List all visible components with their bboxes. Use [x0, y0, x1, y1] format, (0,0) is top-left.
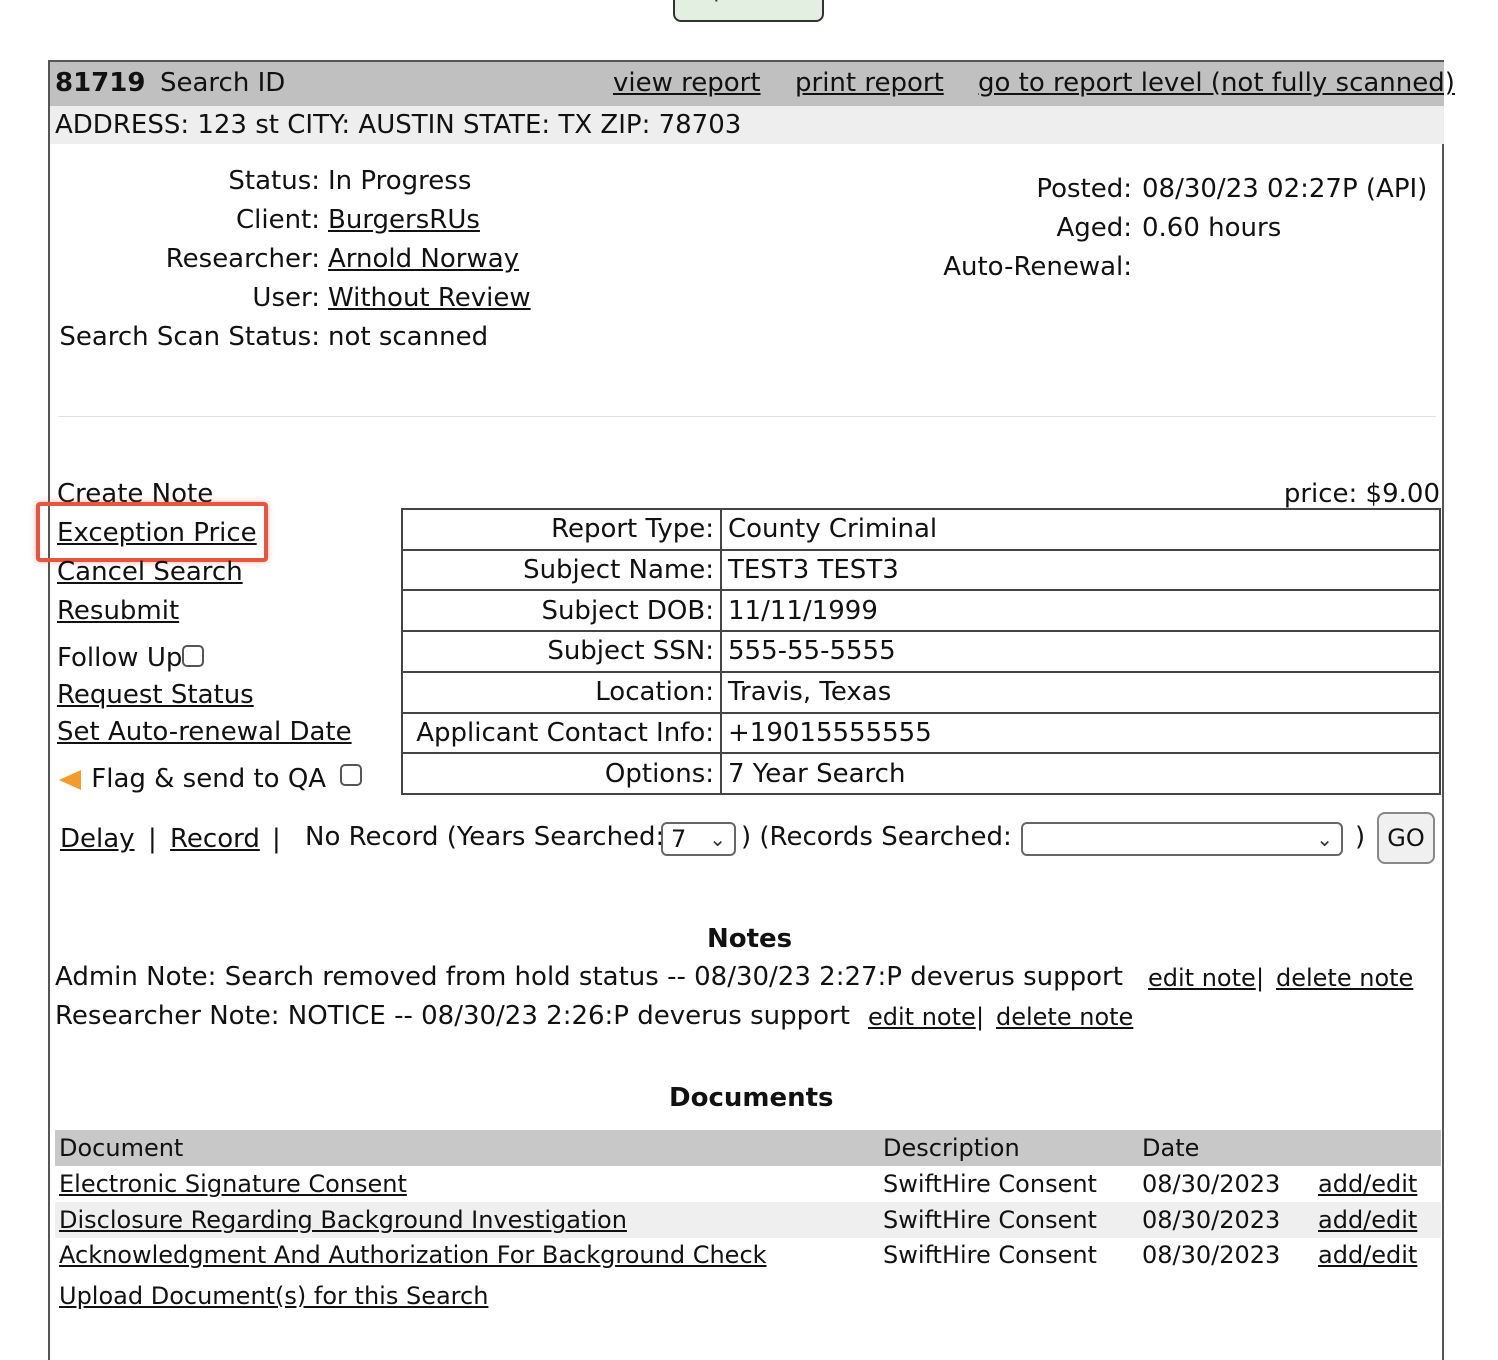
report-level-link[interactable]: go to report level (not fully scanned) — [978, 68, 1455, 98]
chevron-down-icon: ⌄ — [1316, 827, 1333, 851]
column-header-document: Document — [59, 1134, 184, 1162]
document-link[interactable]: Electronic Signature Consent — [59, 1170, 407, 1198]
user-link[interactable]: Without Review — [328, 283, 531, 313]
edit-note-link[interactable]: edit note — [1148, 964, 1256, 992]
print-report-link[interactable]: print report — [795, 68, 944, 98]
client-link[interactable]: BurgersRUs — [328, 205, 480, 235]
document-date: 08/30/2023 — [1142, 1241, 1281, 1269]
detail-key: Subject DOB: — [401, 589, 722, 633]
notes-title: Notes — [707, 924, 793, 954]
delay-link[interactable]: Delay — [60, 824, 135, 854]
upload-documents-link[interactable]: Upload Document(s) for this Search — [59, 1282, 488, 1310]
follow-up-text: Follow Up — [57, 643, 183, 673]
document-date: 08/30/2023 — [1142, 1170, 1281, 1198]
detail-row: Location: Travis, Texas — [401, 670, 1441, 714]
detail-row: Subject Name: TEST3 TEST3 — [401, 548, 1441, 592]
record-link[interactable]: Record — [170, 824, 260, 854]
price-text: price: $9.00 — [1283, 479, 1440, 509]
note-text: Admin Note: Search removed from hold sta… — [55, 962, 1123, 992]
resubmit-link[interactable]: Resubmit — [57, 596, 179, 626]
scan-status-value: not scanned — [328, 322, 489, 352]
status-label: Status: — [228, 166, 320, 196]
status-value: In Progress — [328, 166, 472, 196]
user-label: User: — [252, 283, 320, 313]
detail-value: 7 Year Search — [720, 752, 1441, 795]
cancel-search-link[interactable]: Cancel Search — [57, 557, 243, 587]
no-record-label: No Record (Years Searched: — [305, 822, 665, 852]
document-date: 08/30/2023 — [1142, 1206, 1281, 1234]
detail-key: Subject SSN: — [401, 630, 722, 673]
detail-row: Subject SSN: 555-55-5555 — [401, 630, 1441, 673]
follow-up-label: Follow Up — [57, 643, 205, 673]
documents-header — [55, 1130, 1441, 1166]
go-button[interactable]: GO — [1377, 812, 1435, 864]
document-link[interactable]: Disclosure Regarding Background Investig… — [59, 1206, 627, 1234]
flag-icon — [59, 769, 81, 790]
detail-key: Location: — [401, 670, 722, 714]
detail-value: Travis, Texas — [720, 670, 1441, 714]
flag-qa-checkbox[interactable] — [340, 763, 363, 786]
separator: | — [976, 1003, 985, 1031]
document-description: SwiftHire Consent — [883, 1241, 1097, 1269]
records-searched-select[interactable]: ⌄ — [1021, 822, 1343, 856]
detail-value: +19015555555 — [720, 711, 1441, 755]
years-searched-value: 7 — [671, 825, 687, 853]
set-auto-renewal-link[interactable]: Set Auto-renewal Date — [57, 717, 352, 747]
researcher-link[interactable]: Arnold Norway — [328, 244, 519, 274]
report-details-table: Report Type: County Criminal Subject Name… — [401, 508, 1441, 795]
detail-key: Options: — [401, 752, 722, 795]
highlight-box — [36, 502, 268, 562]
flag-qa-text: Flag & send to QA — [91, 764, 327, 794]
column-header-date: Date — [1142, 1134, 1200, 1162]
search-id-number: 81719 — [55, 68, 146, 98]
flag-qa-row: Flag & send to QA — [57, 763, 363, 794]
detail-value: TEST3 TEST3 — [720, 548, 1441, 592]
client-label: Client: — [235, 205, 320, 235]
documents-title: Documents — [669, 1083, 834, 1113]
detail-value: County Criminal — [720, 508, 1441, 551]
detail-row: Applicant Contact Info: +19015555555 — [401, 711, 1441, 755]
detail-value: 555-55-5555 — [720, 630, 1441, 673]
scan-status-label: Search Scan Status: — [59, 322, 320, 352]
column-header-description: Description — [883, 1134, 1020, 1162]
posted-value: 08/30/23 02:27P (API) — [1142, 174, 1428, 204]
follow-up-checkbox[interactable] — [182, 644, 205, 667]
divider — [58, 416, 1436, 417]
close-paren: ) — [1355, 822, 1366, 852]
add-edit-link[interactable]: add/edit — [1318, 1241, 1417, 1269]
search-id-label: Search ID — [160, 68, 286, 98]
aged-label: Aged: — [1056, 213, 1132, 243]
edit-note-link[interactable]: edit note — [868, 1003, 976, 1031]
auto-renewal-label: Auto-Renewal: — [943, 252, 1132, 282]
years-searched-select[interactable]: 7 ⌄ — [661, 822, 736, 856]
detail-key: Subject Name: — [401, 548, 722, 592]
add-edit-link[interactable]: add/edit — [1318, 1206, 1417, 1234]
separator: | — [1256, 964, 1265, 992]
detail-row: Subject DOB: 11/11/1999 — [401, 589, 1441, 633]
chevron-down-icon: ⌄ — [709, 827, 726, 851]
posted-label: Posted: — [1036, 174, 1132, 204]
document-link[interactable]: Acknowledgment And Authorization For Bac… — [59, 1241, 767, 1269]
separator: | — [148, 824, 157, 854]
delete-note-link[interactable]: delete note — [1276, 964, 1413, 992]
aged-value: 0.60 hours — [1142, 213, 1282, 243]
detail-row: Options: 7 Year Search — [401, 752, 1441, 795]
view-report-link[interactable]: view report — [613, 68, 761, 98]
delete-note-link[interactable]: delete note — [996, 1003, 1133, 1031]
document-description: SwiftHire Consent — [883, 1206, 1097, 1234]
detail-value: 11/11/1999 — [720, 589, 1441, 633]
address-text: ADDRESS: 123 st CITY: AUSTIN STATE: TX Z… — [55, 110, 742, 140]
detail-row: Report Type: County Criminal — [401, 508, 1441, 551]
separator: | — [272, 824, 281, 854]
detail-key: Applicant Contact Info: — [401, 711, 722, 755]
detail-key: Report Type: — [401, 508, 722, 551]
document-description: SwiftHire Consent — [883, 1170, 1097, 1198]
researcher-label: Researcher: — [165, 244, 320, 274]
request-status-link[interactable]: Request Status — [57, 680, 254, 710]
note-text: Researcher Note: NOTICE -- 08/30/23 2:26… — [55, 1001, 850, 1031]
records-searched-label: ) (Records Searched: — [741, 822, 1012, 852]
rapid-clear-button[interactable]: Rapid Clear — [673, 0, 824, 22]
add-edit-link[interactable]: add/edit — [1318, 1170, 1417, 1198]
